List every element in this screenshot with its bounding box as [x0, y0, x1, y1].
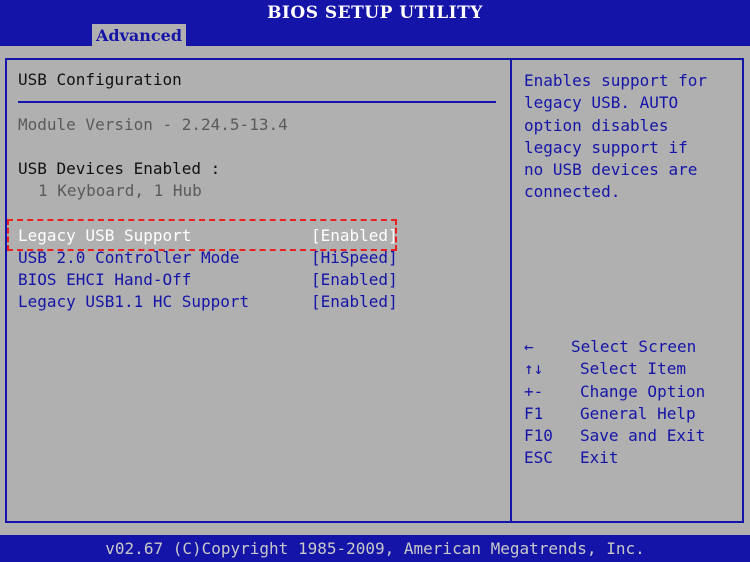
setting-label: BIOS EHCI Hand-Off [18, 270, 192, 289]
highlight-annotation-box [7, 219, 397, 251]
tab-advanced[interactable]: Advanced [92, 24, 187, 46]
copyright-text: v02.67 (C)Copyright 1985-2009, American … [105, 539, 645, 558]
footer-bar: v02.67 (C)Copyright 1985-2009, American … [0, 535, 750, 562]
f10-key: F10 [524, 426, 553, 445]
key-desc: Select Screen [571, 337, 697, 356]
help-line: connected. [524, 182, 621, 202]
key-desc: Save and Exit [580, 426, 706, 445]
help-line: no USB devices are [524, 160, 698, 180]
setting-label: Legacy USB1.1 HC Support [18, 292, 250, 311]
key-desc: Change Option [580, 382, 706, 401]
help-text: Enables support for legacy USB. AUTO opt… [524, 70, 734, 204]
title-bar: BIOS SETUP UTILITY Advanced [0, 0, 750, 46]
help-line: legacy support if [524, 137, 688, 157]
section-rule [18, 101, 496, 103]
up-down-arrow-icon: ↑↓ [524, 359, 544, 378]
key-desc: General Help [580, 404, 696, 423]
f1-key: F1 [524, 404, 544, 423]
plus-minus-key: +- [524, 382, 544, 401]
panel-divider [510, 58, 512, 523]
usb-devices-value: 1 Keyboard, 1 Hub [38, 181, 202, 200]
setting-value[interactable]: [Enabled] [311, 292, 398, 311]
left-arrow-icon: ← [524, 337, 534, 356]
setting-value[interactable]: [Enabled] [311, 270, 398, 289]
esc-key: ESC [524, 448, 553, 467]
help-line: Enables support for [524, 71, 708, 90]
usb-devices-label: USB Devices Enabled : [18, 159, 221, 178]
help-line: option disables [524, 115, 669, 135]
key-desc: Select Item [580, 359, 686, 378]
module-version: Module Version - 2.24.5-13.4 [18, 115, 288, 134]
key-desc: Exit [580, 448, 619, 467]
section-title: USB Configuration [18, 70, 182, 89]
help-line: legacy USB. AUTO [524, 93, 679, 113]
window-title: BIOS SETUP UTILITY [267, 3, 483, 23]
